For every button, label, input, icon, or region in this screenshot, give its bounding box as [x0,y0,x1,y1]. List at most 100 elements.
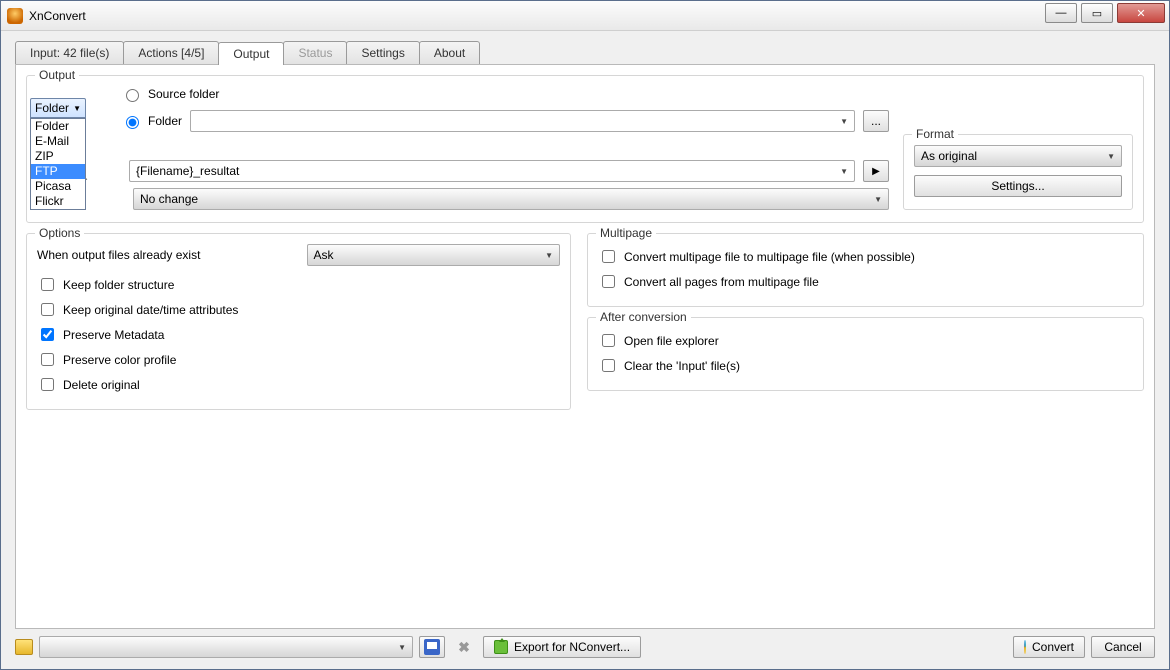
convert-all-pages-input[interactable] [602,275,615,288]
preserve-color-input[interactable] [41,353,54,366]
options-group: Options When output files already exist … [26,233,571,410]
destination-option-flickr[interactable]: Flickr [31,194,85,209]
destination-dropdown-value: Folder [35,101,69,115]
source-folder-radio[interactable]: Source folder [121,86,889,102]
options-legend: Options [35,226,84,240]
convert-multipage-checkbox[interactable]: Convert multipage file to multipage file… [598,244,1133,269]
tab-actions[interactable]: Actions [4/5] [123,41,219,64]
minimize-button[interactable]: — [1045,3,1077,23]
convert-multipage-label: Convert multipage file to multipage file… [624,250,915,264]
delete-original-checkbox[interactable]: Delete original [37,372,560,397]
footer: ▼ ✖ Export for NConvert... Convert Cance… [1,633,1169,669]
exist-label: When output files already exist [37,248,277,262]
open-explorer-checkbox[interactable]: Open file explorer [598,328,1133,353]
delete-icon: ✖ [456,639,472,655]
after-conversion-group: After conversion Open file explorer Clea… [587,317,1144,391]
keep-date-checkbox[interactable]: Keep original date/time attributes [37,297,560,322]
export-label: Export for NConvert... [514,640,630,654]
window-title: XnConvert [29,9,86,23]
destination-option-picasa[interactable]: Picasa [31,179,85,194]
folder-radio[interactable]: Folder [121,113,182,129]
chevron-down-icon: ▼ [73,104,81,113]
save-preset-button[interactable] [419,636,445,658]
export-icon [494,640,508,654]
destination-option-ftp[interactable]: FTP [31,164,85,179]
chevron-down-icon: ▼ [398,643,406,652]
destination-dropdown-popup[interactable]: Folder E-Mail ZIP FTP Picasa Flickr [30,118,86,210]
filename-combo[interactable]: {Filename}_resultat ▼ [129,160,855,182]
multipage-group: Multipage Convert multipage file to mult… [587,233,1144,307]
multipage-legend: Multipage [596,226,656,240]
output-group: Output Folder ▼ Folder E-Mail ZIP FTP Pi… [26,75,1144,223]
tab-output[interactable]: Output [218,42,284,65]
folder-path-combo[interactable]: ▼ [190,110,855,132]
open-preset-icon[interactable] [15,639,33,655]
keep-folder-checkbox[interactable]: Keep folder structure [37,272,560,297]
exist-combo[interactable]: Ask ▼ [307,244,561,266]
chevron-down-icon: ▼ [545,251,553,260]
maximize-button[interactable]: ▭ [1081,3,1113,23]
convert-multipage-input[interactable] [602,250,615,263]
open-explorer-label: Open file explorer [624,334,719,348]
preset-combo[interactable]: ▼ [39,636,413,658]
convert-all-pages-checkbox[interactable]: Convert all pages from multipage file [598,269,1133,294]
destination-option-folder[interactable]: Folder [31,119,85,134]
folder-radio-input[interactable] [126,116,139,129]
format-settings-button[interactable]: Settings... [914,175,1122,197]
format-combo[interactable]: As original ▼ [914,145,1122,167]
titlebar: XnConvert — ▭ ✕ [1,1,1169,31]
main-tabs: Input: 42 file(s) Actions [4/5] Output S… [1,31,1169,64]
preserve-metadata-input[interactable] [41,328,54,341]
convert-icon [1024,640,1026,654]
clear-input-label: Clear the 'Input' file(s) [624,359,740,373]
delete-preset-button[interactable]: ✖ [451,636,477,658]
save-icon [424,639,440,655]
clear-input-input[interactable] [602,359,615,372]
lower-columns: Options When output files already exist … [26,233,1144,410]
destination-dropdown[interactable]: Folder ▼ [30,98,86,118]
chevron-down-icon: ▼ [840,117,848,126]
browse-button[interactable]: ... [863,110,889,132]
destination-option-zip[interactable]: ZIP [31,149,85,164]
format-value: As original [921,149,977,163]
chevron-down-icon: ▼ [1107,152,1115,161]
app-icon [7,8,23,24]
tab-about[interactable]: About [419,41,480,64]
convert-all-pages-label: Convert all pages from multipage file [624,275,819,289]
preserve-color-checkbox[interactable]: Preserve color profile [37,347,560,372]
content-panel: Output Folder ▼ Folder E-Mail ZIP FTP Pi… [15,64,1155,629]
keep-date-label: Keep original date/time attributes [63,303,238,317]
folder-label: Folder [148,114,182,128]
app-window: XnConvert — ▭ ✕ Input: 42 file(s) Action… [0,0,1170,670]
delete-original-input[interactable] [41,378,54,391]
tab-input[interactable]: Input: 42 file(s) [15,41,124,64]
source-folder-radio-input[interactable] [126,89,139,102]
chevron-down-icon: ▼ [840,167,848,176]
keep-date-input[interactable] [41,303,54,316]
convert-button[interactable]: Convert [1013,636,1085,658]
filename-play-button[interactable]: ▶ [863,160,889,182]
cancel-button[interactable]: Cancel [1091,636,1155,658]
case-combo[interactable]: No change ▼ [133,188,889,210]
preserve-metadata-checkbox[interactable]: Preserve Metadata [37,322,560,347]
delete-original-label: Delete original [63,378,140,392]
exist-value: Ask [314,248,334,262]
window-buttons: — ▭ ✕ [1045,3,1165,23]
case-value: No change [140,192,198,206]
destination-option-email[interactable]: E-Mail [31,134,85,149]
open-explorer-input[interactable] [602,334,615,347]
keep-folder-input[interactable] [41,278,54,291]
tab-status[interactable]: Status [283,41,347,64]
keep-folder-label: Keep folder structure [63,278,174,292]
output-legend: Output [35,68,79,82]
after-conversion-legend: After conversion [596,310,691,324]
close-button[interactable]: ✕ [1117,3,1165,23]
format-group: Format As original ▼ Settings... [903,134,1133,210]
clear-input-checkbox[interactable]: Clear the 'Input' file(s) [598,353,1133,378]
play-icon: ▶ [872,166,880,177]
export-nconvert-button[interactable]: Export for NConvert... [483,636,641,658]
source-folder-label: Source folder [148,87,219,101]
filename-value: {Filename}_resultat [136,164,239,178]
tab-settings[interactable]: Settings [346,41,419,64]
preserve-color-label: Preserve color profile [63,353,176,367]
